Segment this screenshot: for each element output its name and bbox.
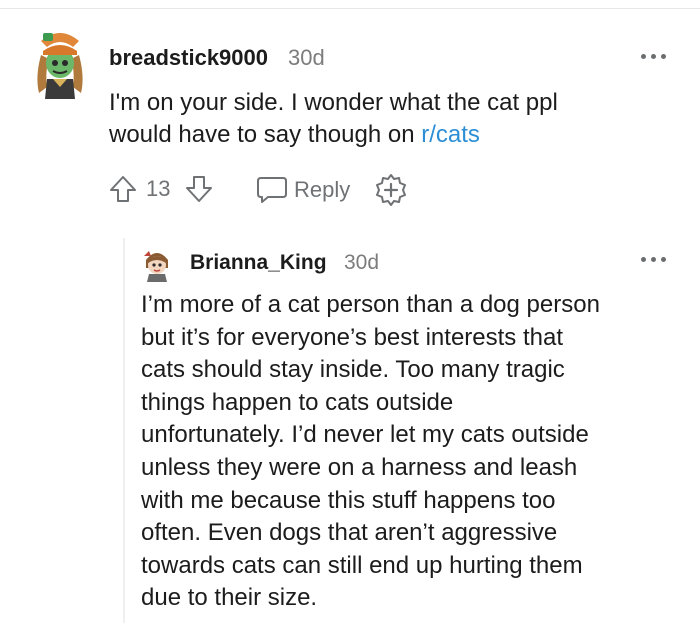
username[interactable]: breadstick9000 <box>109 45 268 71</box>
downvote-icon[interactable] <box>184 174 214 204</box>
award-icon[interactable] <box>374 173 408 207</box>
comment-line: I'm on your side. I wonder what the cat … <box>109 89 558 116</box>
comment-age[interactable]: 30d <box>288 45 325 71</box>
comment-breadstick9000: breadstick9000 30d I'm on your side. I w… <box>0 0 700 230</box>
comment-line: unless they were on a harness and leash <box>141 453 578 481</box>
comment-body: I’m more of a cat person than a dog pers… <box>141 289 600 615</box>
avatar[interactable] <box>142 248 172 282</box>
comment-actions: 13 Reply <box>0 170 700 210</box>
comment-body: I'm on your side. I wonder what the cat … <box>109 87 558 151</box>
comment-line: but it’s for everyone’s best interests t… <box>141 323 564 351</box>
comment-line: unfortunately. I’d never let my cats out… <box>141 421 589 449</box>
comment-line: cats should stay inside. Too many tragic <box>141 356 565 384</box>
comment-line: towards cats can still end up hurting th… <box>141 551 583 579</box>
subreddit-link[interactable]: r/cats <box>421 121 480 148</box>
comment-line: I’m more of a cat person than a dog pers… <box>141 291 600 318</box>
reply-label: Reply <box>294 177 351 202</box>
vote-count: 13 <box>146 176 171 201</box>
more-options-icon[interactable] <box>641 256 667 264</box>
comment-line: with me because this stuff happens too <box>141 486 556 514</box>
reply-icon <box>255 175 289 205</box>
comment-brianna-king: Brianna_King 30d I’m more of a cat perso… <box>0 230 700 623</box>
username[interactable]: Brianna_King <box>190 251 327 275</box>
avatar[interactable] <box>33 27 87 99</box>
comment-line-text: would have to say though on <box>109 121 422 148</box>
comment-line: due to their size. <box>141 584 318 612</box>
comment-line: things happen to cats outside <box>141 388 454 416</box>
comment-age[interactable]: 30d <box>344 251 379 275</box>
upvote-icon[interactable] <box>108 174 138 204</box>
comment-line: often. Even dogs that aren’t aggressive <box>141 519 558 547</box>
more-options-icon[interactable] <box>641 53 667 61</box>
comment-line: would have to say though on r/cats <box>109 119 558 151</box>
